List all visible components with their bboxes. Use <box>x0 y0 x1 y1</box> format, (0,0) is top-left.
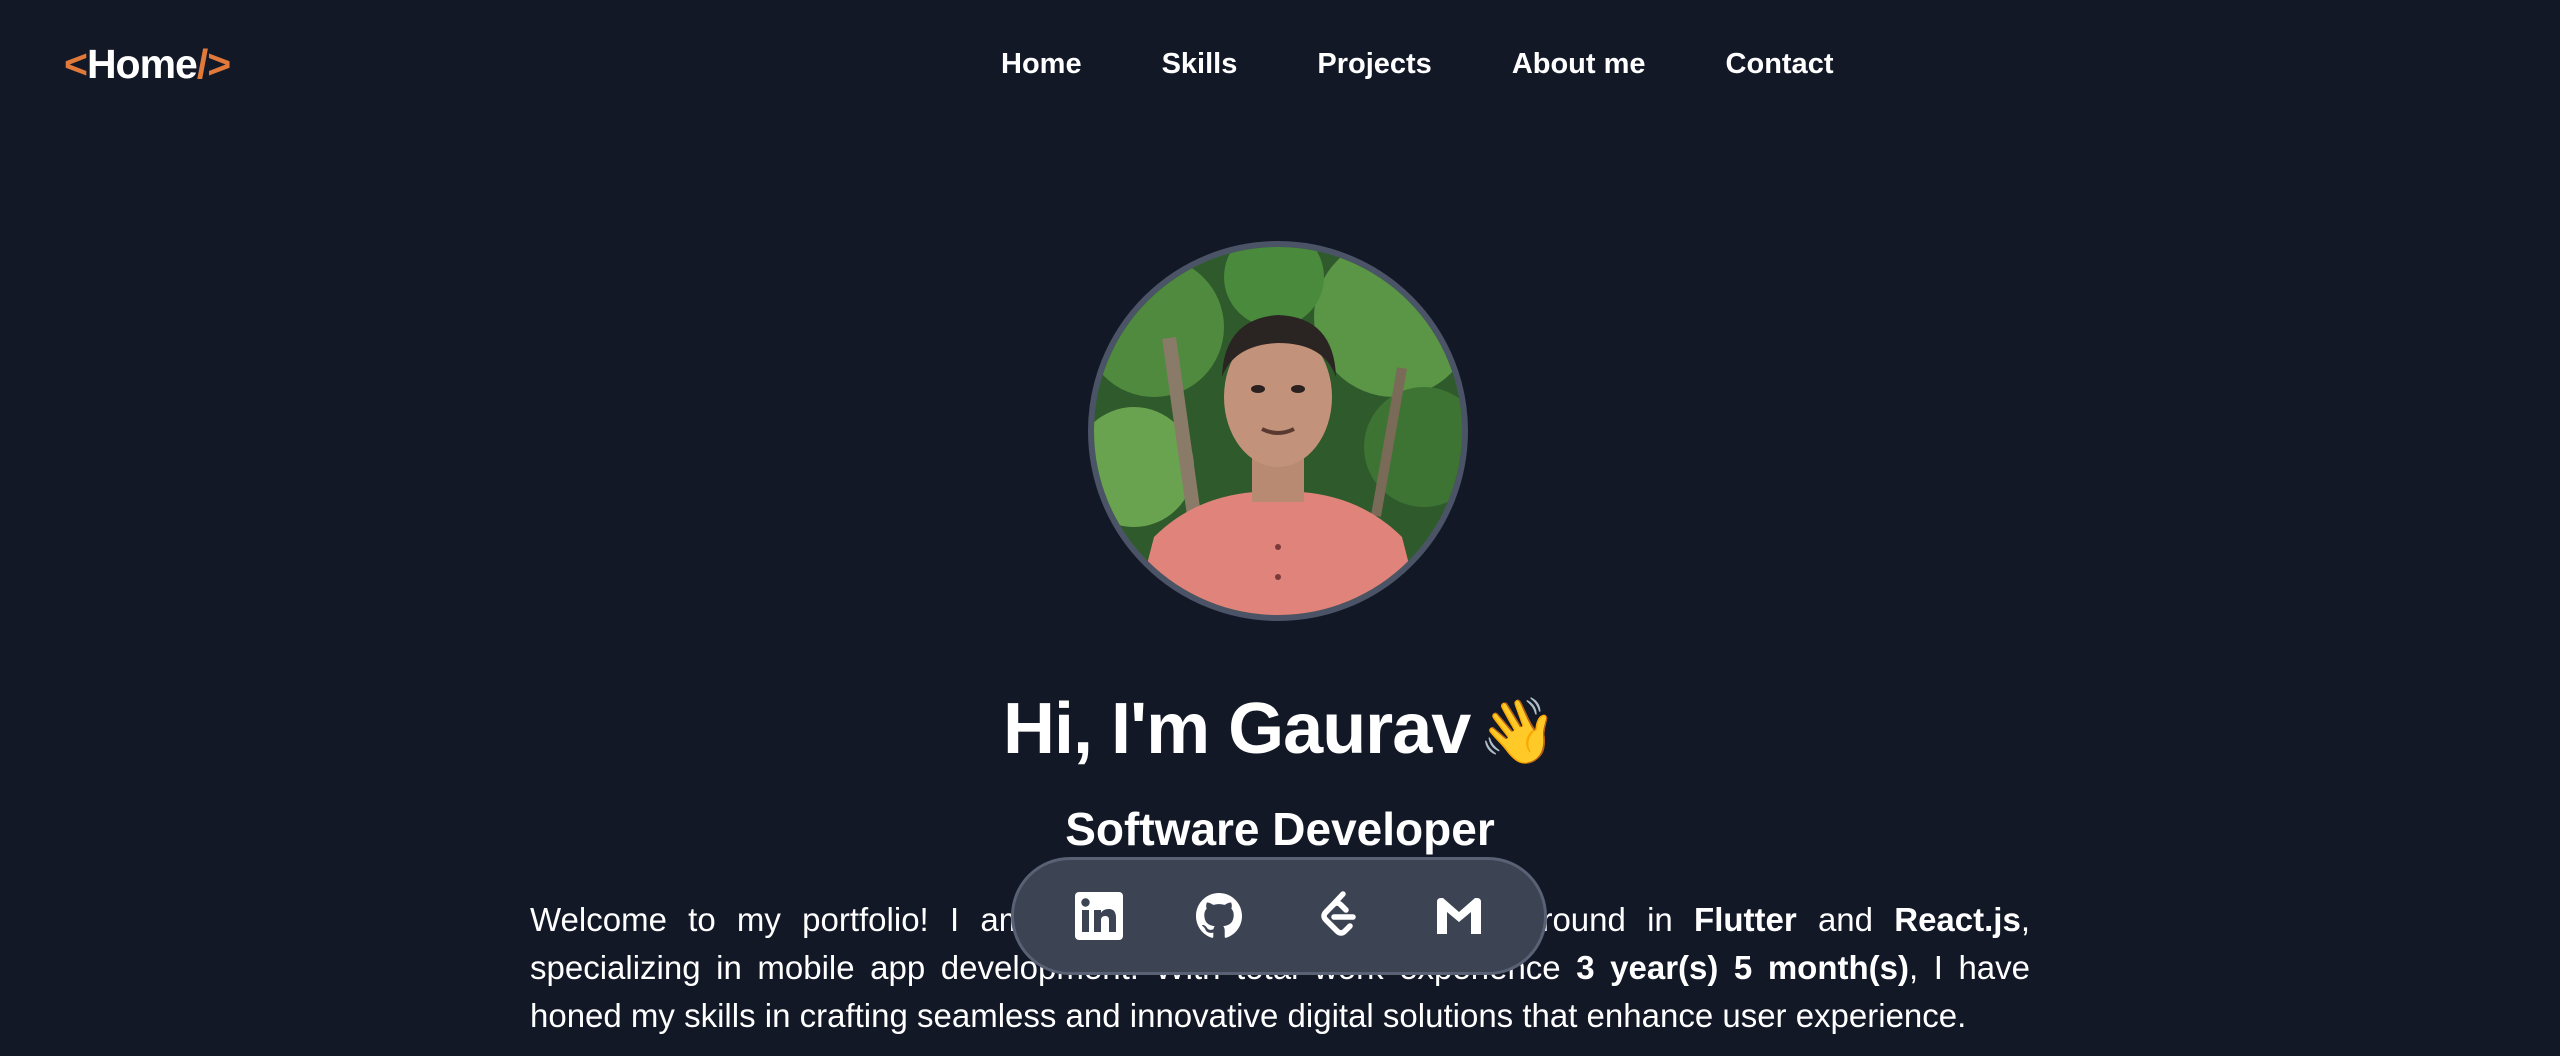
nav-skills[interactable]: Skills <box>1162 44 1238 84</box>
gmail-link[interactable] <box>1433 890 1485 942</box>
gmail-icon <box>1437 898 1481 934</box>
nav-about-me[interactable]: About me <box>1512 44 1646 84</box>
intro-experience: 3 year(s) 5 month(s) <box>1576 949 1909 986</box>
hero-subtitle: Software Developer <box>1065 803 1495 855</box>
main-nav: Home Skills Projects About me Contact <box>1001 44 1833 84</box>
profile-avatar <box>1088 241 1468 621</box>
nav-contact[interactable]: Contact <box>1726 44 1834 84</box>
hero-title-text: Hi, I'm Gaurav <box>1003 689 1471 769</box>
home-logo-link[interactable]: <Home/> <box>64 38 231 90</box>
nav-projects[interactable]: Projects <box>1317 44 1431 84</box>
leetcode-link[interactable] <box>1313 890 1365 942</box>
linkedin-link[interactable] <box>1073 890 1125 942</box>
logo-open-bracket: < <box>64 41 88 87</box>
logo-close-bracket: /> <box>196 41 231 87</box>
intro-text-3: and <box>1796 901 1895 938</box>
leetcode-icon <box>1321 891 1356 936</box>
linkedin-icon <box>1075 892 1123 940</box>
hero-title: Hi, I'm Gaurav 👋 <box>0 684 2560 777</box>
profile-photo <box>1094 247 1462 615</box>
github-icon <box>1196 893 1242 938</box>
nav-home[interactable]: Home <box>1001 44 1082 84</box>
intro-react: React.js <box>1894 901 2021 938</box>
portfolio-page: <Home/> Home Skills Projects About me Co… <box>0 0 2560 1056</box>
intro-text-1: Welcome to my portfolio! I am Ga <box>530 901 1092 938</box>
waving-hand-icon: 👋 <box>1478 695 1558 769</box>
github-link[interactable] <box>1193 890 1245 942</box>
intro-flutter: Flutter <box>1694 901 1797 938</box>
logo-text: Home <box>86 41 198 87</box>
social-links-bar <box>1011 857 1547 975</box>
